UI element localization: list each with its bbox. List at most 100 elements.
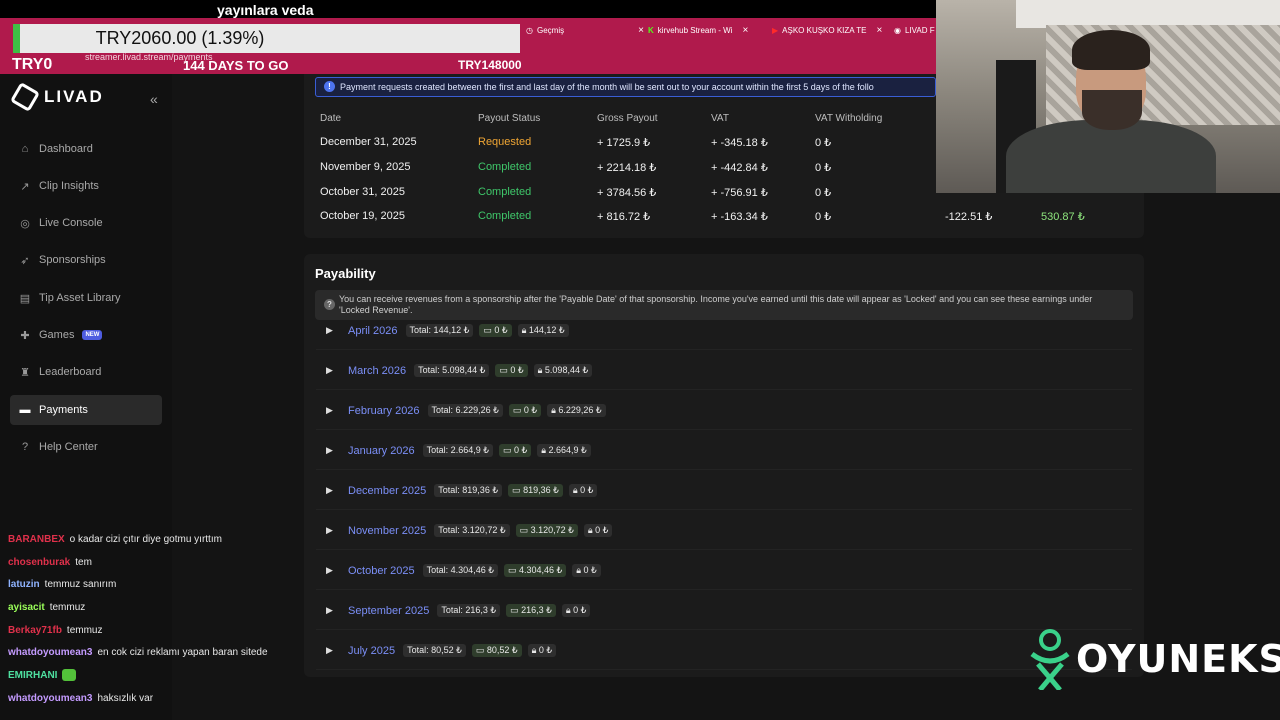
sidebar-item-dashboard[interactable]: ⌂ Dashboard <box>10 134 162 164</box>
month-name[interactable]: July 2025 <box>348 645 395 657</box>
lock-icon: 🔒︎ <box>541 445 549 455</box>
gamepad-icon: ✚ <box>20 329 30 342</box>
month-row[interactable]: ▶ March 2026 Total: 5.098,44 ₺ ▭ 0 ₺ 🔒︎ … <box>316 352 1132 390</box>
caret-right-icon[interactable]: ▶ <box>326 405 342 416</box>
month-row[interactable]: ▶ December 2025 Total: 819,36 ₺ ▭ 819,36… <box>316 472 1132 510</box>
month-name[interactable]: January 2026 <box>348 445 415 457</box>
chart-icon: ↗ <box>20 180 30 193</box>
column-header-status: Payout Status <box>478 113 541 124</box>
sidebar-item-live-console[interactable]: ◎ Live Console <box>10 208 162 238</box>
sidebar-item-sponsorships[interactable]: ➶ Sponsorships <box>10 245 162 275</box>
locked-pill: 🔒︎ 5.098,44 ₺ <box>533 364 593 377</box>
month-row[interactable]: ▶ October 2025 Total: 4.304,46 ₺ ▭ 4.304… <box>316 552 1132 590</box>
caret-right-icon[interactable]: ▶ <box>326 565 342 576</box>
payout-status: Completed <box>478 210 532 222</box>
chat-user: latuzin <box>8 579 40 591</box>
payout-withholding: 0 ₺ <box>815 187 832 199</box>
cash-icon: ▭ <box>512 485 524 495</box>
tab-label: kirvehub Stream - Wi <box>657 25 733 35</box>
chat-user: ayisacit <box>8 601 45 613</box>
payout-vat: + -442.84 ₺ <box>711 162 768 174</box>
payability-title: Payability <box>315 266 376 281</box>
chat-text: haksızlık var <box>97 692 154 704</box>
locked-pill: 🔒︎ 6.229,26 ₺ <box>547 404 606 417</box>
payout-date: December 31, 2025 <box>320 136 417 148</box>
chat-text: temmuz <box>66 624 103 636</box>
month-name[interactable]: September 2025 <box>348 605 429 617</box>
month-row[interactable]: ▶ November 2025 Total: 3.120,72 ₺ ▭ 3.12… <box>316 512 1132 550</box>
payable-pill: ▭ 0 ₺ <box>498 444 532 457</box>
caret-right-icon[interactable]: ▶ <box>326 445 342 456</box>
caret-right-icon[interactable]: ▶ <box>326 645 342 656</box>
payable-amount: 80,52 ₺ <box>486 645 518 655</box>
chat-text: tem <box>75 556 92 568</box>
sidebar-item-clip-insights[interactable]: ↗ Clip Insights <box>10 171 162 201</box>
caret-right-icon[interactable]: ▶ <box>326 325 342 336</box>
month-name[interactable]: February 2026 <box>348 405 420 417</box>
sidebar-item-label: Help Center <box>39 441 98 453</box>
caret-right-icon[interactable]: ▶ <box>326 525 342 536</box>
month-name[interactable]: March 2026 <box>348 365 406 377</box>
locked-pill: 🔒︎ 0 ₺ <box>572 564 601 577</box>
livad-logo[interactable]: LIVAD <box>9 81 104 113</box>
close-icon[interactable]: × <box>742 25 748 36</box>
logo-text: LIVAD <box>44 87 104 106</box>
close-icon[interactable]: × <box>876 25 882 36</box>
cash-icon: ▭ <box>510 605 522 615</box>
month-name[interactable]: November 2025 <box>348 525 426 537</box>
emote-icon <box>62 669 77 682</box>
month-row[interactable]: ▶ February 2026 Total: 6.229,26 ₺ ▭ 0 ₺ … <box>316 392 1132 430</box>
month-total: Total: 216,3 ₺ <box>437 604 501 617</box>
month-name[interactable]: October 2025 <box>348 565 415 577</box>
payout-gross: + 3784.56 ₺ <box>597 187 657 199</box>
caret-right-icon[interactable]: ▶ <box>326 365 342 376</box>
browser-tab[interactable]: K kirvehub Stream - Wi × <box>648 20 748 40</box>
globe-icon: ◉ <box>894 25 901 35</box>
webcam-overlay <box>936 0 1280 193</box>
month-row[interactable]: ▶ September 2025 Total: 216,3 ₺ ▭ 216,3 … <box>316 592 1132 630</box>
sidebar-item-leaderboard[interactable]: ♜ Leaderboard <box>10 357 162 387</box>
month-row[interactable]: ▶ July 2025 Total: 80,52 ₺ ▭ 80,52 ₺ 🔒︎ … <box>316 632 1132 670</box>
locked-pill: 🔒︎ 144,12 ₺ <box>517 324 569 337</box>
month-row[interactable]: ▶ April 2026 Total: 144,12 ₺ ▭ 0 ₺ 🔒︎ 14… <box>316 322 1132 350</box>
browser-tab[interactable]: ▶ AŞKO KUŞKO KIZA TE × <box>772 20 882 40</box>
rocket-icon: ➶ <box>20 254 30 267</box>
payout-fee: -122.51 ₺ <box>945 211 993 223</box>
month-name[interactable]: December 2025 <box>348 485 426 497</box>
month-name[interactable]: April 2026 <box>348 325 398 337</box>
sidebar-item-label: Dashboard <box>39 143 93 155</box>
payable-pill: ▭ 3.120,72 ₺ <box>515 524 578 537</box>
cash-icon: ▭ <box>519 525 531 535</box>
locked-amount: 5.098,44 ₺ <box>544 365 589 375</box>
caret-right-icon[interactable]: ▶ <box>326 485 342 496</box>
locked-amount: 0 ₺ <box>583 565 597 575</box>
double-chevron-left-icon[interactable]: « <box>150 91 158 107</box>
payout-status: Completed <box>478 186 532 198</box>
lock-icon: 🔒︎ <box>521 325 529 335</box>
browser-tab[interactable]: ◷ Geçmiş × <box>526 20 644 40</box>
month-total: Total: 2.664,9 ₺ <box>422 444 493 457</box>
month-total: Total: 819,36 ₺ <box>434 484 503 497</box>
sidebar-item-help-center[interactable]: ? Help Center <box>10 432 162 462</box>
locked-amount: 0 ₺ <box>580 485 594 495</box>
ticker-text: TRY2060.00 (1.39%) <box>95 28 265 48</box>
sidebar-item-tip-asset-library[interactable]: ▤ Tip Asset Library <box>10 283 162 313</box>
youtube-icon: ▶ <box>772 25 779 35</box>
sidebar-item-payments[interactable]: ▬ Payments <box>10 395 162 425</box>
payable-amount: 0 ₺ <box>513 445 528 455</box>
month-row[interactable]: ▶ January 2026 Total: 2.664,9 ₺ ▭ 0 ₺ 🔒︎… <box>316 432 1132 470</box>
chat-message: BARANBEX o kadar cizi çıtır diye gotmu yı… <box>8 528 308 551</box>
card-icon: ▬ <box>19 404 31 416</box>
home-icon: ⌂ <box>21 143 29 155</box>
browser-tab[interactable]: ◉ LIVAD F <box>894 20 935 40</box>
payout-status: Completed <box>478 161 532 173</box>
caret-right-icon[interactable]: ▶ <box>326 605 342 616</box>
chat-user: whatdoyoumean3 <box>8 692 93 704</box>
payable-amount: 0 ₺ <box>494 325 508 335</box>
column-header-date: Date <box>320 113 342 124</box>
close-icon[interactable]: × <box>638 25 644 36</box>
sidebar-item-games[interactable]: ✚ Games NEW <box>10 320 162 350</box>
month-total: Total: 3.120,72 ₺ <box>434 524 510 537</box>
sidebar-item-label: Games <box>39 329 75 341</box>
column-header-gross: Gross Payout <box>597 113 658 124</box>
